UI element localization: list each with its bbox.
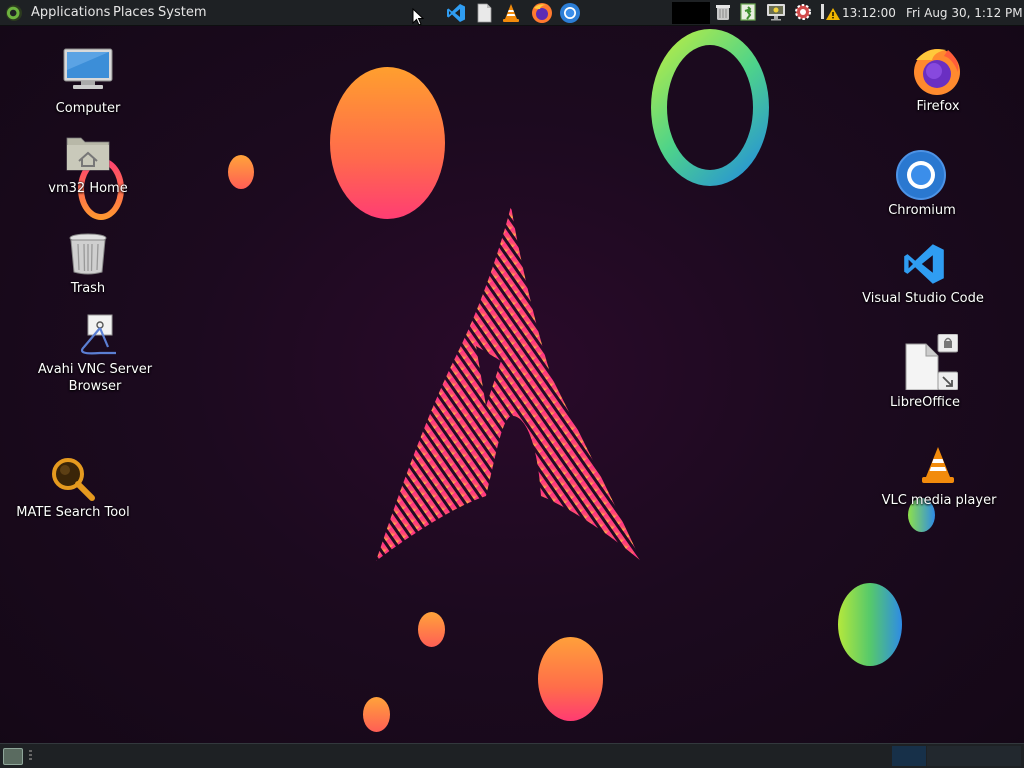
top-panel: Applications Places System 13:12:00 Fri …	[0, 0, 1024, 26]
desktop-icon-avahi-vnc[interactable]: Avahi VNC Server Browser	[30, 313, 160, 395]
desktop-label-avahi-vnc: Avahi VNC Server Browser	[37, 362, 153, 394]
computer-icon	[63, 48, 113, 89]
desktop-icon-trash[interactable]: Trash	[30, 232, 146, 298]
desktop-label-vlc: VLC media player	[881, 493, 997, 508]
desktop-label-firefox: Firefox	[916, 99, 960, 114]
panel-handle-grip[interactable]	[29, 750, 32, 762]
menu-applications[interactable]: Applications	[31, 0, 110, 26]
arch-logo	[376, 206, 641, 561]
vlc-icon	[922, 447, 954, 483]
wallpaper-orb-small	[228, 155, 254, 189]
firefox-launcher-icon[interactable]	[531, 2, 553, 24]
desktop-icon-libreoffice[interactable]: LibreOffice	[866, 334, 984, 410]
search-tool-icon	[52, 458, 95, 501]
wallpaper-ring	[651, 29, 769, 186]
workspace-1[interactable]	[892, 746, 926, 766]
firefox-icon	[914, 49, 960, 95]
desktop-label-libreoffice: LibreOffice	[889, 395, 961, 410]
settings-gear-icon[interactable]	[794, 3, 812, 21]
trash-applet-icon[interactable]	[714, 3, 732, 21]
menu-places[interactable]: Places	[113, 0, 154, 26]
trash-icon	[69, 233, 107, 275]
desktop-label-chromium: Chromium	[888, 203, 956, 218]
desktop-icon-computer[interactable]: Computer	[30, 48, 146, 120]
desktop-icon-home[interactable]: vm32 Home	[30, 132, 146, 202]
wallpaper-orb-tiny-1	[418, 612, 445, 647]
wallpaper-orb-green	[838, 583, 902, 666]
vscode-launcher-icon[interactable]	[446, 3, 466, 23]
exit-applet-icon[interactable]	[739, 3, 757, 21]
panel-date[interactable]: Fri Aug 30, 1:12 PM	[906, 0, 1023, 26]
desktop-label-search-tool: MATE Search Tool	[16, 505, 130, 520]
chromium-launcher-icon[interactable]	[559, 2, 581, 24]
vlc-launcher-icon[interactable]	[501, 3, 521, 23]
vscode-icon	[904, 244, 944, 284]
desktop-label-home: vm32 Home	[48, 181, 128, 196]
workspace-2[interactable]	[927, 746, 1021, 766]
desktop-label-computer: Computer	[55, 101, 121, 116]
wallpaper-orb-large	[330, 67, 445, 219]
libreoffice-icon	[905, 334, 958, 390]
desktop-icon-vscode[interactable]: Visual Studio Code	[860, 240, 986, 310]
desktop-icon-search-tool[interactable]: MATE Search Tool	[10, 456, 136, 524]
wallpaper-orb-tiny-2	[363, 697, 390, 732]
avahi-vnc-icon	[80, 314, 116, 355]
menu-system[interactable]: System	[158, 0, 206, 26]
mouse-pointer-icon	[412, 8, 424, 26]
desktop-icon-firefox[interactable]: Firefox	[880, 46, 996, 116]
chromium-icon	[896, 150, 946, 200]
wallpaper-orb-bottom	[538, 637, 603, 721]
desktop-label-vscode: Visual Studio Code	[862, 291, 984, 306]
bottom-panel	[0, 743, 1024, 768]
desktop-label-trash: Trash	[70, 281, 106, 296]
text-editor-launcher-icon[interactable]	[474, 3, 494, 23]
window-list-thumbnail[interactable]	[672, 2, 710, 24]
home-folder-icon	[66, 137, 110, 171]
desktop-icon-vlc[interactable]: VLC media player	[872, 440, 1006, 512]
panel-clock[interactable]: 13:12:00	[842, 0, 896, 26]
network-warning-icon[interactable]	[819, 3, 841, 21]
desktop-icon-chromium[interactable]: Chromium	[862, 150, 982, 220]
show-desktop-icon[interactable]	[3, 748, 23, 765]
screen-applet-icon[interactable]	[765, 3, 787, 21]
mate-logo-icon[interactable]	[6, 5, 22, 21]
